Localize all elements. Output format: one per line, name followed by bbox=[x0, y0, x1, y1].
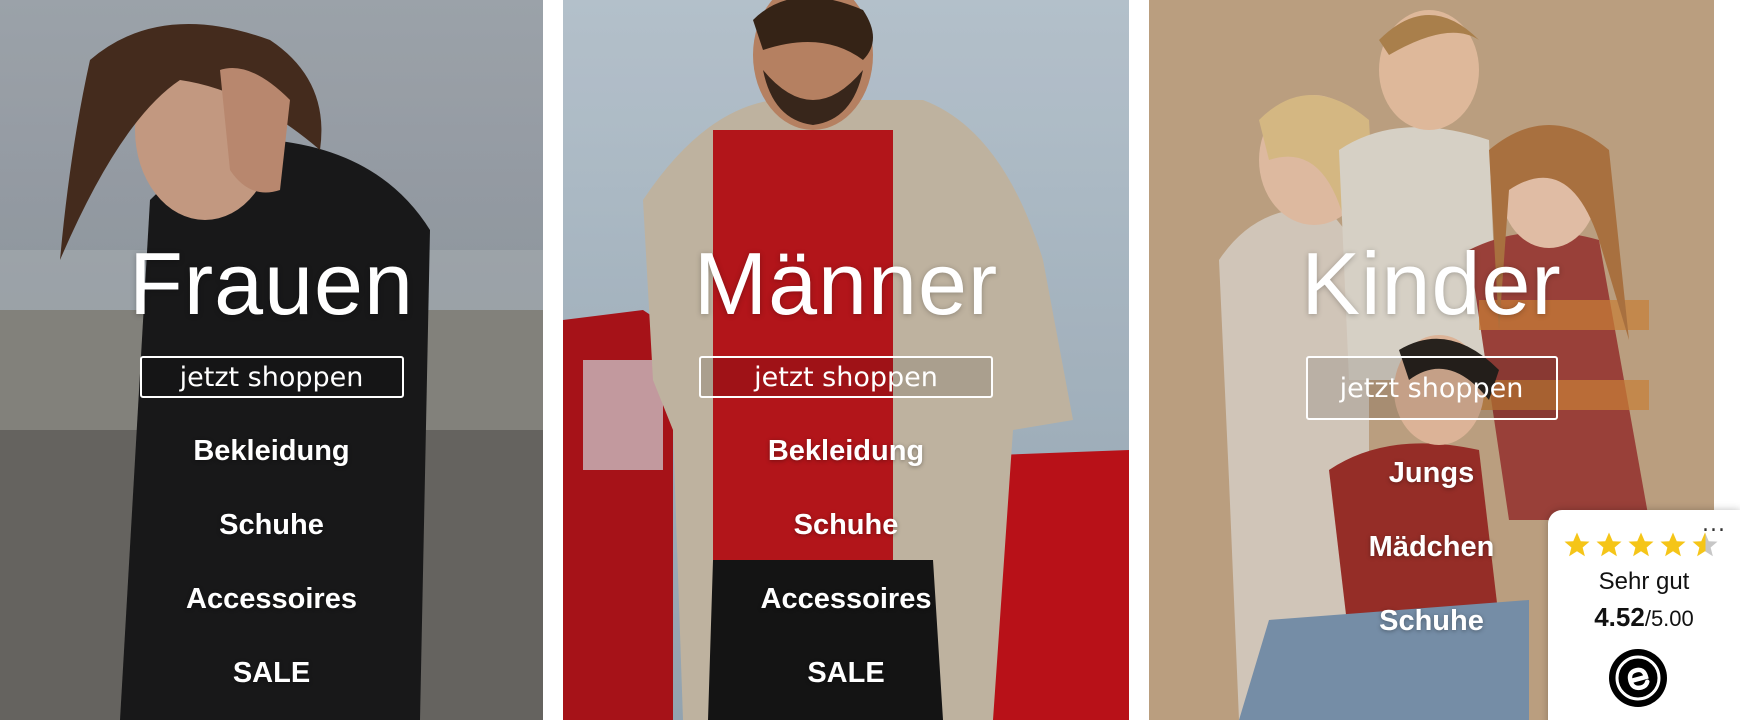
trusted-shops-e-icon[interactable] bbox=[1608, 648, 1668, 708]
category-link-maedchen[interactable]: Mädchen bbox=[1369, 520, 1495, 594]
category-link-accessoires[interactable]: Accessoires bbox=[761, 572, 932, 646]
category-panel-maenner[interactable]: Männer jetzt shoppen Bekleidung Schuhe A… bbox=[563, 0, 1129, 720]
half-star-icon bbox=[1692, 532, 1718, 557]
rating-score-max: /5.00 bbox=[1644, 606, 1694, 631]
category-link-schuhe[interactable]: Schuhe bbox=[186, 498, 357, 572]
category-link-jungs[interactable]: Jungs bbox=[1369, 446, 1495, 520]
rating-score-value: 4.52 bbox=[1594, 602, 1645, 632]
star-icon bbox=[1660, 532, 1686, 557]
category-link-schuhe[interactable]: Schuhe bbox=[761, 498, 932, 572]
rating-label: Sehr gut bbox=[1598, 568, 1690, 595]
category-list-frauen: Bekleidung Schuhe Accessoires SALE bbox=[186, 424, 357, 720]
category-landing-page: Frauen jetzt shoppen Bekleidung Schuhe A… bbox=[0, 0, 1740, 720]
maenner-content: Männer jetzt shoppen Bekleidung Schuhe A… bbox=[563, 0, 1129, 720]
rating-score: 4.52/5.00 bbox=[1548, 602, 1740, 633]
category-list-kinder: Jungs Mädchen Schuhe bbox=[1369, 446, 1495, 668]
category-link-bekleidung[interactable]: Bekleidung bbox=[186, 424, 357, 498]
panel-title[interactable]: Frauen bbox=[129, 234, 414, 334]
star-icon bbox=[1596, 532, 1622, 557]
category-link-sale[interactable]: SALE bbox=[761, 646, 932, 720]
panel-title[interactable]: Männer bbox=[694, 234, 998, 334]
category-link-schuhe[interactable]: Schuhe bbox=[1369, 594, 1495, 668]
star-icon bbox=[1628, 532, 1654, 557]
category-link-bekleidung[interactable]: Bekleidung bbox=[761, 424, 932, 498]
rating-stars bbox=[1562, 530, 1720, 564]
category-link-sale[interactable]: SALE bbox=[186, 646, 357, 720]
star-icon bbox=[1564, 532, 1590, 557]
category-panel-frauen[interactable]: Frauen jetzt shoppen Bekleidung Schuhe A… bbox=[0, 0, 543, 720]
panel-title[interactable]: Kinder bbox=[1301, 234, 1561, 334]
frauen-content: Frauen jetzt shoppen Bekleidung Schuhe A… bbox=[0, 0, 543, 720]
trusted-shops-rating-badge[interactable]: ... Sehr gut 4.52/5.00 bbox=[1548, 510, 1740, 720]
shop-now-button-frauen[interactable]: jetzt shoppen bbox=[139, 356, 404, 398]
category-link-accessoires[interactable]: Accessoires bbox=[186, 572, 357, 646]
category-list-maenner: Bekleidung Schuhe Accessoires SALE bbox=[761, 424, 932, 720]
shop-now-button-kinder[interactable]: jetzt shoppen bbox=[1305, 356, 1558, 420]
shop-now-button-maenner[interactable]: jetzt shoppen bbox=[699, 356, 993, 398]
